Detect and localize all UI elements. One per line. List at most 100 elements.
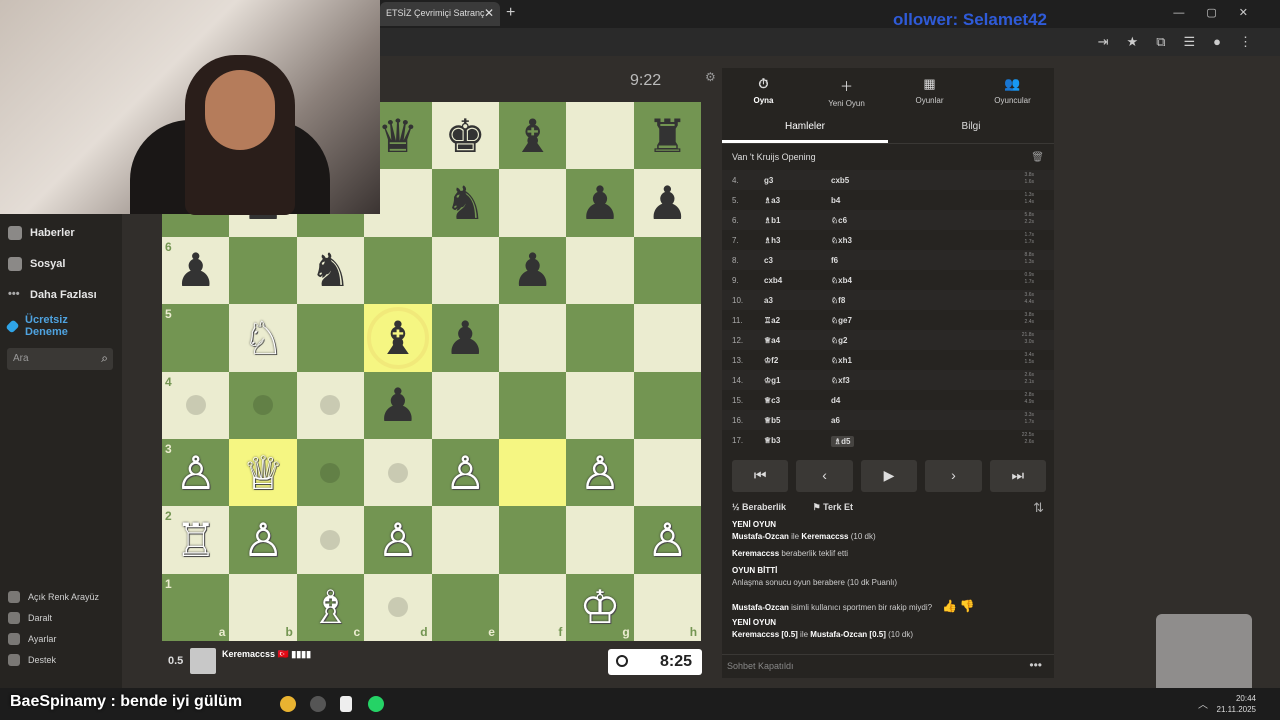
chat-user[interactable]: Mustafa-Ozcan — [732, 532, 789, 541]
chess-piece[interactable]: ♙ — [445, 450, 486, 496]
tab-info[interactable]: Bilgi — [888, 112, 1054, 143]
taskbar-clock[interactable]: 20:44 21.11.2025 — [1217, 693, 1256, 715]
board-square[interactable]: h — [633, 573, 702, 642]
white-move[interactable]: ♔g1 — [764, 376, 781, 385]
board-square[interactable]: 2 ♖ — [162, 506, 230, 574]
chess-piece[interactable]: ♙ — [377, 517, 418, 563]
chess-piece[interactable]: ♟ — [445, 315, 486, 361]
board-square[interactable]: ♝ — [498, 102, 567, 170]
toolbar-icons[interactable]: ⇥★⧉☰●⋮ — [1098, 34, 1270, 50]
black-move[interactable]: ♘xh1 — [831, 356, 852, 365]
white-move[interactable]: ♕b3 — [764, 436, 781, 445]
board-square[interactable]: f — [498, 573, 567, 642]
search-icon[interactable]: ⌕ — [101, 351, 108, 366]
legal-move-dot[interactable] — [387, 597, 408, 618]
resign-button[interactable]: ⚑ Terk Et — [813, 502, 865, 512]
player-name[interactable]: Keremaccss 🇹🇷 ▮▮▮▮ — [222, 649, 311, 660]
draw-button[interactable]: ½ Beraberlik — [732, 502, 798, 512]
first-move-button[interactable]: ⏮ — [732, 460, 789, 492]
board-square[interactable]: ♞ — [431, 169, 499, 237]
board-square[interactable] — [296, 304, 365, 372]
board-square[interactable] — [498, 438, 567, 507]
black-move[interactable]: ♘f8 — [831, 296, 845, 305]
board-square[interactable]: ♙ — [633, 506, 702, 574]
chess-piece[interactable]: ♔ — [579, 584, 620, 630]
board-square[interactable]: ♚ — [431, 102, 499, 170]
board-square[interactable]: b — [229, 573, 297, 642]
board-square[interactable]: g ♔ — [566, 573, 634, 642]
board-square[interactable] — [498, 304, 567, 372]
white-move[interactable]: ♗a3 — [764, 196, 780, 205]
chess-piece[interactable]: ♗ — [310, 584, 351, 630]
chess-piece[interactable]: ♙ — [579, 450, 620, 496]
sidebar-item-social[interactable]: Sosyal — [8, 257, 65, 271]
chat-input[interactable]: Sohbet Kapatıldı ••• — [722, 654, 1054, 678]
board-square[interactable]: ♙ — [566, 438, 634, 507]
board-square[interactable] — [364, 236, 432, 305]
board-square[interactable] — [431, 506, 499, 574]
light-theme-toggle[interactable]: Açık Renk Arayüz — [8, 591, 99, 603]
tab-close-icon[interactable]: ✕ — [484, 6, 494, 20]
chess-piece[interactable]: ♞ — [445, 180, 486, 226]
board-square[interactable]: ♙ — [229, 506, 297, 574]
board-square[interactable] — [633, 371, 702, 439]
board-square[interactable] — [296, 371, 365, 439]
black-move[interactable]: f6 — [831, 256, 838, 265]
black-move[interactable]: ♘ge7 — [831, 316, 852, 325]
board-square[interactable]: d — [364, 573, 432, 642]
board-square[interactable] — [633, 438, 702, 507]
board-square[interactable]: ♝ — [364, 304, 432, 372]
board-square[interactable]: ♟ — [566, 169, 634, 237]
board-square[interactable]: ♕ — [229, 438, 297, 507]
chess-piece[interactable]: ♘ — [242, 315, 283, 361]
board-square[interactable] — [431, 371, 499, 439]
board-square[interactable] — [566, 236, 634, 305]
white-move[interactable]: ♖a2 — [764, 316, 780, 325]
board-square[interactable]: ♟ — [633, 169, 702, 237]
board-square[interactable] — [498, 169, 567, 237]
prev-move-button[interactable]: ‹ — [796, 460, 853, 492]
chess-piece[interactable]: ♕ — [242, 450, 283, 496]
play-button[interactable]: ▶ — [860, 460, 918, 492]
board-square[interactable]: 6 ♟ — [162, 236, 230, 305]
chess-piece[interactable]: ♙ — [175, 450, 216, 496]
tab-play[interactable]: ⏱ Oyna — [722, 68, 805, 112]
board-square[interactable]: ♘ — [229, 304, 297, 372]
tab-games[interactable]: ▦ Oyunlar — [888, 68, 971, 112]
last-move-button[interactable]: ⏭ — [989, 460, 1047, 492]
legal-move-dot[interactable] — [320, 395, 341, 416]
white-move[interactable]: ♕a4 — [764, 336, 780, 345]
board-square[interactable] — [566, 371, 634, 439]
file-icon[interactable] — [340, 696, 352, 712]
black-move[interactable]: ♘c6 — [831, 216, 847, 225]
chess-piece[interactable]: ♟ — [579, 180, 620, 226]
sidebar-item-news[interactable]: Haberler — [8, 226, 75, 240]
system-tray[interactable]: ︿ — [1198, 696, 1208, 711]
black-move[interactable]: b4 — [831, 196, 840, 205]
tab-players[interactable]: 👥 Oyuncular — [971, 68, 1054, 112]
white-move[interactable]: g3 — [764, 176, 773, 185]
white-move[interactable]: ♔f2 — [764, 356, 778, 365]
search-input[interactable]: Ara ⌕ — [7, 348, 113, 370]
black-move[interactable]: cxb5 — [831, 176, 849, 185]
trash-icon[interactable]: 🗑 — [1031, 152, 1044, 163]
next-move-button[interactable]: › — [925, 460, 982, 492]
board-square[interactable]: ♙ — [364, 506, 432, 574]
black-move[interactable]: d4 — [831, 396, 840, 405]
board-square[interactable]: 4 — [162, 371, 230, 439]
board-settings-icon[interactable]: ⚙ — [705, 70, 716, 84]
white-move[interactable]: cxb4 — [764, 276, 782, 285]
black-move[interactable]: ♘xh3 — [831, 236, 852, 245]
board-square[interactable]: ♟ — [431, 304, 499, 372]
black-move[interactable]: a6 — [831, 416, 840, 425]
board-square[interactable]: ♟ — [364, 371, 432, 439]
black-move[interactable]: ♘xf3 — [831, 376, 850, 385]
board-square[interactable]: ♟ — [498, 236, 567, 305]
avatar[interactable] — [190, 648, 216, 674]
new-tab-button[interactable]: + — [506, 4, 515, 22]
chess-piece[interactable]: ♛ — [377, 113, 418, 159]
white-move[interactable]: ♗h3 — [764, 236, 781, 245]
support-button[interactable]: Destek — [8, 654, 56, 666]
chess-piece[interactable]: ♝ — [512, 113, 553, 159]
legal-move-dot[interactable] — [253, 395, 274, 416]
